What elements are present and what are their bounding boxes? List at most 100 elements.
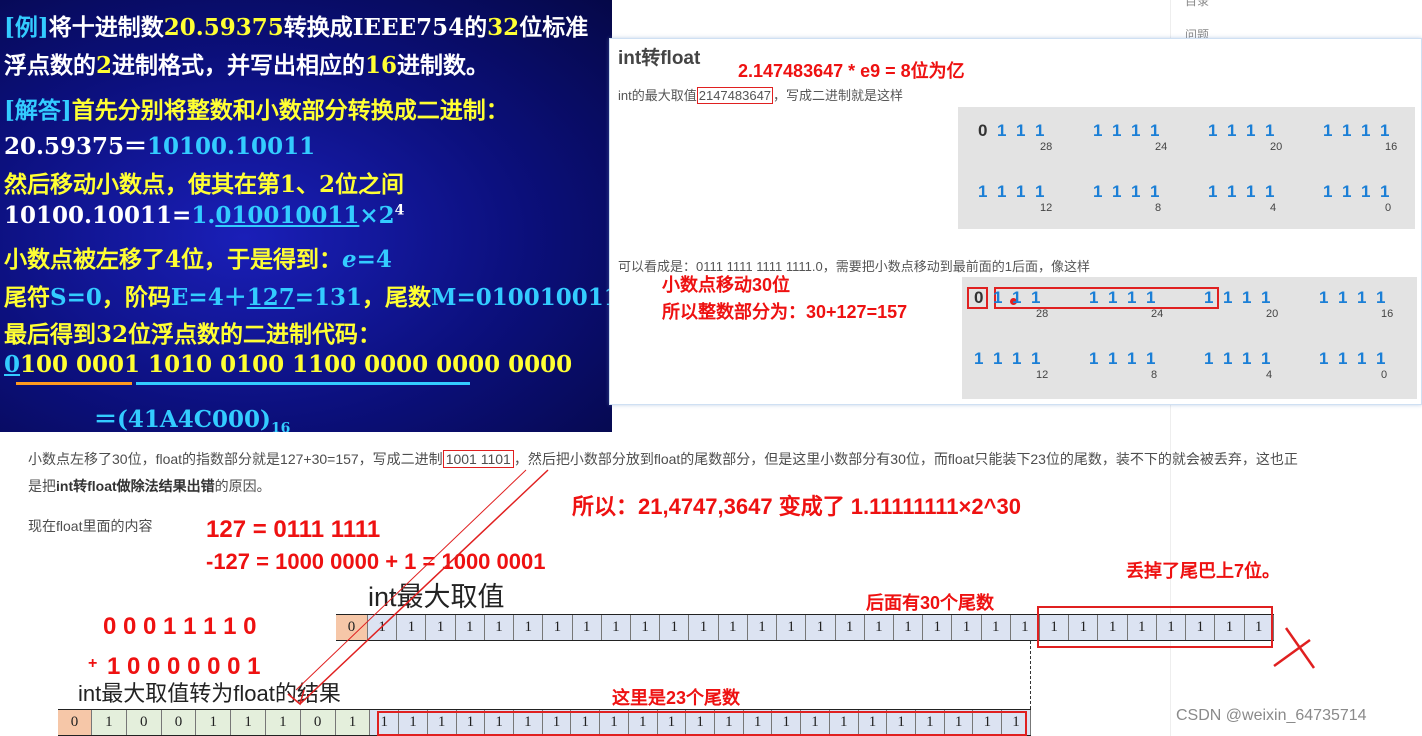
bit-cell: 1 [747, 615, 778, 640]
bit: 1 [997, 182, 1007, 201]
bit-position-label: 8 [1155, 202, 1162, 214]
bit: 1 [1089, 288, 1099, 307]
bit: 1 [1150, 182, 1160, 201]
bit: 1 [1376, 349, 1386, 368]
bit: 1 [1246, 182, 1256, 201]
bit: 1 [978, 182, 988, 201]
annotation-drop-7: 丢掉了尾巴上7位。 [1126, 561, 1281, 581]
bit-position-label: 8 [1151, 369, 1158, 381]
bit: 1 [1016, 182, 1026, 201]
bit-cell: 1 [455, 615, 485, 640]
bit: 1 [1208, 121, 1218, 140]
csdn-watermark: CSDN @weixin_64735714 [1176, 707, 1367, 724]
bit: 1 [1108, 349, 1118, 368]
exponent-bits-highlight [994, 287, 1219, 309]
annotation-move-30: 小数点移动30位 所以整数部分为：30+127=157 [662, 275, 908, 322]
bit: 0 [978, 121, 988, 140]
bit: 1 [1342, 121, 1352, 140]
bit: 1 [1265, 121, 1275, 140]
bit-position-label: 16 [1385, 141, 1398, 153]
bit-cell: 1 [981, 615, 1011, 640]
bit: 1 [1319, 349, 1329, 368]
annotation-tail-30: 后面有30个尾数 [866, 593, 995, 613]
bit-cell: 1 [806, 615, 836, 640]
bit: 1 [1323, 182, 1333, 201]
exponent-bits-annotation: 0 0 0 1 1 1 1 0 [103, 613, 257, 640]
bit-cell: 1 [1010, 615, 1041, 640]
example-slide: [例]将十进制数20.59375转换成IEEE754的32位标准 浮点数的2进制… [0, 0, 612, 432]
bit: 1 [993, 288, 1003, 307]
bit: 1 [1208, 182, 1218, 201]
float-mantissa-highlight [377, 711, 1027, 736]
bit-position-label: 20 [1266, 308, 1279, 320]
annotation-127: 127 = 0111 1111 [206, 516, 381, 543]
bit: 1 [1338, 288, 1348, 307]
bit: 1 [1035, 182, 1045, 201]
bit-position-label: 4 [1270, 202, 1277, 214]
bit: 1 [1361, 121, 1371, 140]
bit-cell: 1 [92, 710, 127, 735]
bit-position-label: 16 [1381, 308, 1394, 320]
bit: 1 [1150, 121, 1160, 140]
bit-cell: 1 [601, 615, 631, 640]
bit: 1 [1265, 182, 1275, 201]
slide-line-11: ＝(41A4C000)16 [94, 406, 291, 432]
int-max-value: 2147483647 [696, 87, 774, 104]
bit: 1 [1012, 349, 1022, 368]
bit: 1 [1112, 121, 1122, 140]
bit-cell: 1 [952, 615, 982, 640]
bit-position-label: 28 [1040, 141, 1053, 153]
bit: 1 [1261, 349, 1271, 368]
slide-line-1: [例]将十进制数20.59375转换成IEEE754的32位标准 [4, 14, 589, 41]
slide-line-6: 10100.10011=1.010010011×24 [4, 202, 405, 229]
bit: 1 [1227, 121, 1237, 140]
bit-cell: 0 [126, 710, 162, 735]
annotation-billion: 2.147483647 * e9 = 8位为亿 [738, 61, 965, 81]
bit-cell: 1 [426, 615, 456, 640]
sidebar-item-catalog[interactable]: 目录 [1185, 0, 1209, 9]
int-to-float-panel: int转float 2.147483647 * e9 = 8位为亿 int的最大… [609, 38, 1422, 405]
bit: 1 [1319, 288, 1329, 307]
bit-position-label: 28 [1036, 308, 1049, 320]
bit: 1 [1204, 288, 1214, 307]
bit-cell: 1 [484, 615, 515, 640]
bit: 1 [1376, 288, 1386, 307]
dropped-bits-highlight [1037, 606, 1273, 648]
bit: 1 [1093, 182, 1103, 201]
bit-cell: 0 [161, 710, 197, 735]
bit-cell: 1 [572, 615, 602, 640]
slide-line-3: [解答]首先分别将整数和小数部分转换成二进制： [4, 97, 509, 124]
annotation-became: 所以：21,4747,3647 变成了 1.11111111×2^30 [572, 494, 1021, 519]
bit: 1 [1016, 121, 1026, 140]
slide-line-9: 最后得到32位浮点数的二进制代码： [4, 321, 382, 348]
bit: 1 [1380, 182, 1390, 201]
bit: 1 [1323, 121, 1333, 140]
bit: 1 [1342, 182, 1352, 201]
bit: 1 [1380, 121, 1390, 140]
bit-position-label: 12 [1036, 369, 1049, 381]
bit: 1 [1242, 349, 1252, 368]
bit-cell: 1 [718, 615, 748, 640]
bit-position-label: 0 [1381, 369, 1388, 381]
bit-cell: 0 [58, 710, 92, 735]
bit-cell: 0 [300, 710, 336, 735]
bit: 1 [1338, 349, 1348, 368]
slide-line-8: 尾符S=0，阶码E=4＋127=131，尾数M=010010011 [4, 284, 612, 311]
mantissa-underline [136, 382, 470, 385]
bit-cell: 1 [265, 710, 301, 735]
slide-line-10: 0100 0001 1010 0100 1100 0000 0000 0000 [4, 351, 573, 378]
bit: 1 [1246, 121, 1256, 140]
bit: 1 [1012, 288, 1022, 307]
int-max-text: int的最大取值 2147483647 ，写成二进制就是这样 [618, 87, 904, 104]
bit-cell: 1 [893, 615, 924, 640]
bit: 1 [1357, 349, 1367, 368]
bit-position-label: 0 [1385, 202, 1392, 214]
bit-cell: 0 [336, 615, 368, 640]
bit: 1 [1204, 349, 1214, 368]
panel-title: int转float [618, 48, 701, 69]
bit: 1 [1242, 288, 1252, 307]
bit-cell: 1 [923, 615, 953, 640]
bit: 1 [1146, 349, 1156, 368]
sign-exponent-underline [16, 382, 132, 385]
top-blank [612, 0, 1170, 38]
